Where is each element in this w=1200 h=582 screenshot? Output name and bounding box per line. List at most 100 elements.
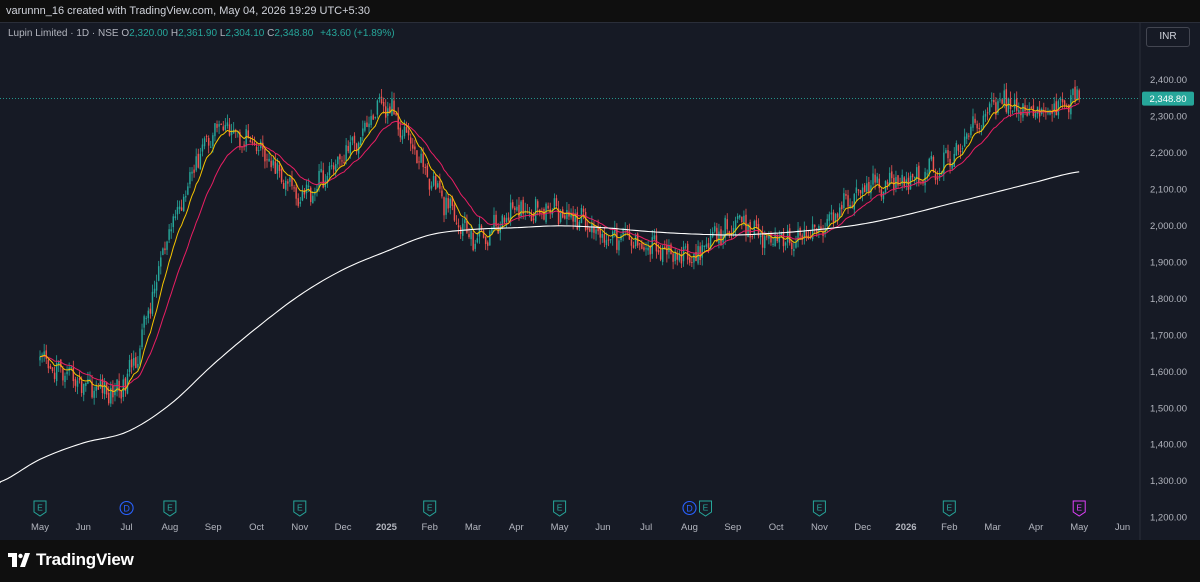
candle-body bbox=[493, 214, 495, 230]
y-tick-label: 1,200.00 bbox=[1150, 513, 1187, 524]
candle-body bbox=[968, 135, 970, 137]
candle-body bbox=[872, 173, 874, 185]
candle-body bbox=[470, 231, 472, 240]
candle-body bbox=[180, 207, 183, 211]
price-chart[interactable]: 1,200.00 1,300.00 1,400.00 1,500.00 1,600.00… bbox=[0, 22, 1200, 540]
candle-body bbox=[122, 379, 125, 398]
candle-body bbox=[739, 215, 741, 218]
candle-body bbox=[93, 390, 95, 398]
candle-body bbox=[957, 145, 960, 151]
candle-body bbox=[601, 233, 604, 238]
candle-body bbox=[201, 144, 204, 152]
candle-body bbox=[643, 247, 645, 251]
candle-body bbox=[970, 126, 972, 136]
candle-body bbox=[203, 138, 206, 147]
candle-body bbox=[766, 236, 768, 238]
y-tick-label: 1,500.00 bbox=[1150, 403, 1187, 414]
candle-body bbox=[605, 240, 608, 246]
candle-body bbox=[591, 223, 593, 233]
candle-body bbox=[297, 198, 299, 206]
candle-body bbox=[168, 229, 170, 240]
candle-body bbox=[174, 216, 177, 219]
earnings-marker-label: E bbox=[37, 503, 43, 513]
candle-body bbox=[441, 190, 443, 197]
footer: TradingView bbox=[0, 540, 1200, 582]
candle-body bbox=[599, 228, 601, 238]
candle-body bbox=[828, 214, 831, 221]
candle-body bbox=[659, 250, 662, 260]
candle-body bbox=[103, 381, 106, 395]
candle-body bbox=[70, 366, 72, 368]
candle-body bbox=[847, 195, 849, 207]
candle-body bbox=[949, 158, 951, 167]
candle-body bbox=[820, 226, 822, 230]
candle-body bbox=[407, 130, 410, 136]
candle-body bbox=[120, 390, 122, 399]
x-tick-label: Jun bbox=[595, 522, 610, 533]
candle-body bbox=[337, 156, 339, 165]
candle-body bbox=[976, 123, 978, 129]
y-tick-label: 1,300.00 bbox=[1150, 476, 1187, 487]
candle-body bbox=[391, 98, 393, 116]
x-tick-label: Oct bbox=[769, 522, 784, 533]
chart-credit: varunnn_16 created with TradingView.com,… bbox=[0, 0, 1200, 22]
candle-body bbox=[474, 243, 476, 249]
earnings-marker-label: E bbox=[1076, 503, 1082, 513]
x-tick-label: 2026 bbox=[895, 522, 916, 533]
last-price-label: 2,348.80 bbox=[1150, 94, 1187, 105]
candle-body bbox=[826, 218, 828, 227]
candle-body bbox=[859, 190, 862, 194]
moving-average-mid-line bbox=[39, 103, 1080, 388]
candle-body bbox=[993, 100, 995, 103]
candle-body bbox=[453, 204, 456, 221]
candle-body bbox=[1003, 90, 1005, 104]
candle-body bbox=[516, 206, 518, 211]
candle-body bbox=[676, 253, 678, 260]
candle-body bbox=[312, 195, 314, 204]
candle-body bbox=[720, 229, 722, 245]
candle-body bbox=[501, 215, 504, 228]
candle-body bbox=[364, 122, 366, 131]
candle-body bbox=[328, 166, 331, 176]
y-tick-label: 2,000.00 bbox=[1150, 221, 1187, 232]
candle-body bbox=[484, 236, 487, 244]
candle-body bbox=[647, 247, 649, 251]
candle-body bbox=[226, 122, 229, 126]
candle-body bbox=[372, 115, 374, 120]
candle-body bbox=[270, 160, 272, 168]
candle-body bbox=[986, 112, 989, 114]
candle-body bbox=[95, 386, 97, 391]
candle-body bbox=[457, 225, 460, 228]
candle-body bbox=[991, 100, 993, 102]
candle-body bbox=[972, 116, 974, 128]
candle-body bbox=[705, 244, 708, 247]
candle-body bbox=[553, 198, 556, 209]
dividend-marker-label: D bbox=[123, 503, 130, 513]
candle-body bbox=[874, 174, 876, 183]
tradingview-logo[interactable]: TradingView bbox=[8, 550, 134, 570]
candle-body bbox=[607, 239, 610, 241]
candle-body bbox=[959, 150, 962, 152]
candle-body bbox=[191, 171, 193, 174]
candle-body bbox=[1001, 99, 1003, 104]
candle-body bbox=[726, 219, 728, 230]
candle-body bbox=[655, 235, 658, 252]
candle-body bbox=[749, 222, 751, 238]
candle-body bbox=[47, 359, 50, 369]
candle-body bbox=[584, 212, 587, 231]
x-tick-label: 2025 bbox=[376, 522, 398, 533]
candle-body bbox=[836, 213, 839, 218]
candle-body bbox=[53, 372, 56, 379]
earnings-marker-label: E bbox=[427, 503, 433, 513]
candle-body bbox=[214, 123, 216, 137]
candle-body bbox=[480, 225, 483, 229]
candle-body bbox=[1015, 98, 1018, 111]
candle-body bbox=[151, 291, 154, 314]
y-tick-label: 1,600.00 bbox=[1150, 367, 1187, 378]
candle-body bbox=[405, 126, 408, 133]
candle-body bbox=[299, 202, 302, 204]
candle-body bbox=[432, 176, 435, 186]
candle-body bbox=[830, 212, 833, 215]
x-tick-label: Dec bbox=[854, 522, 871, 533]
candle-body bbox=[199, 153, 202, 170]
